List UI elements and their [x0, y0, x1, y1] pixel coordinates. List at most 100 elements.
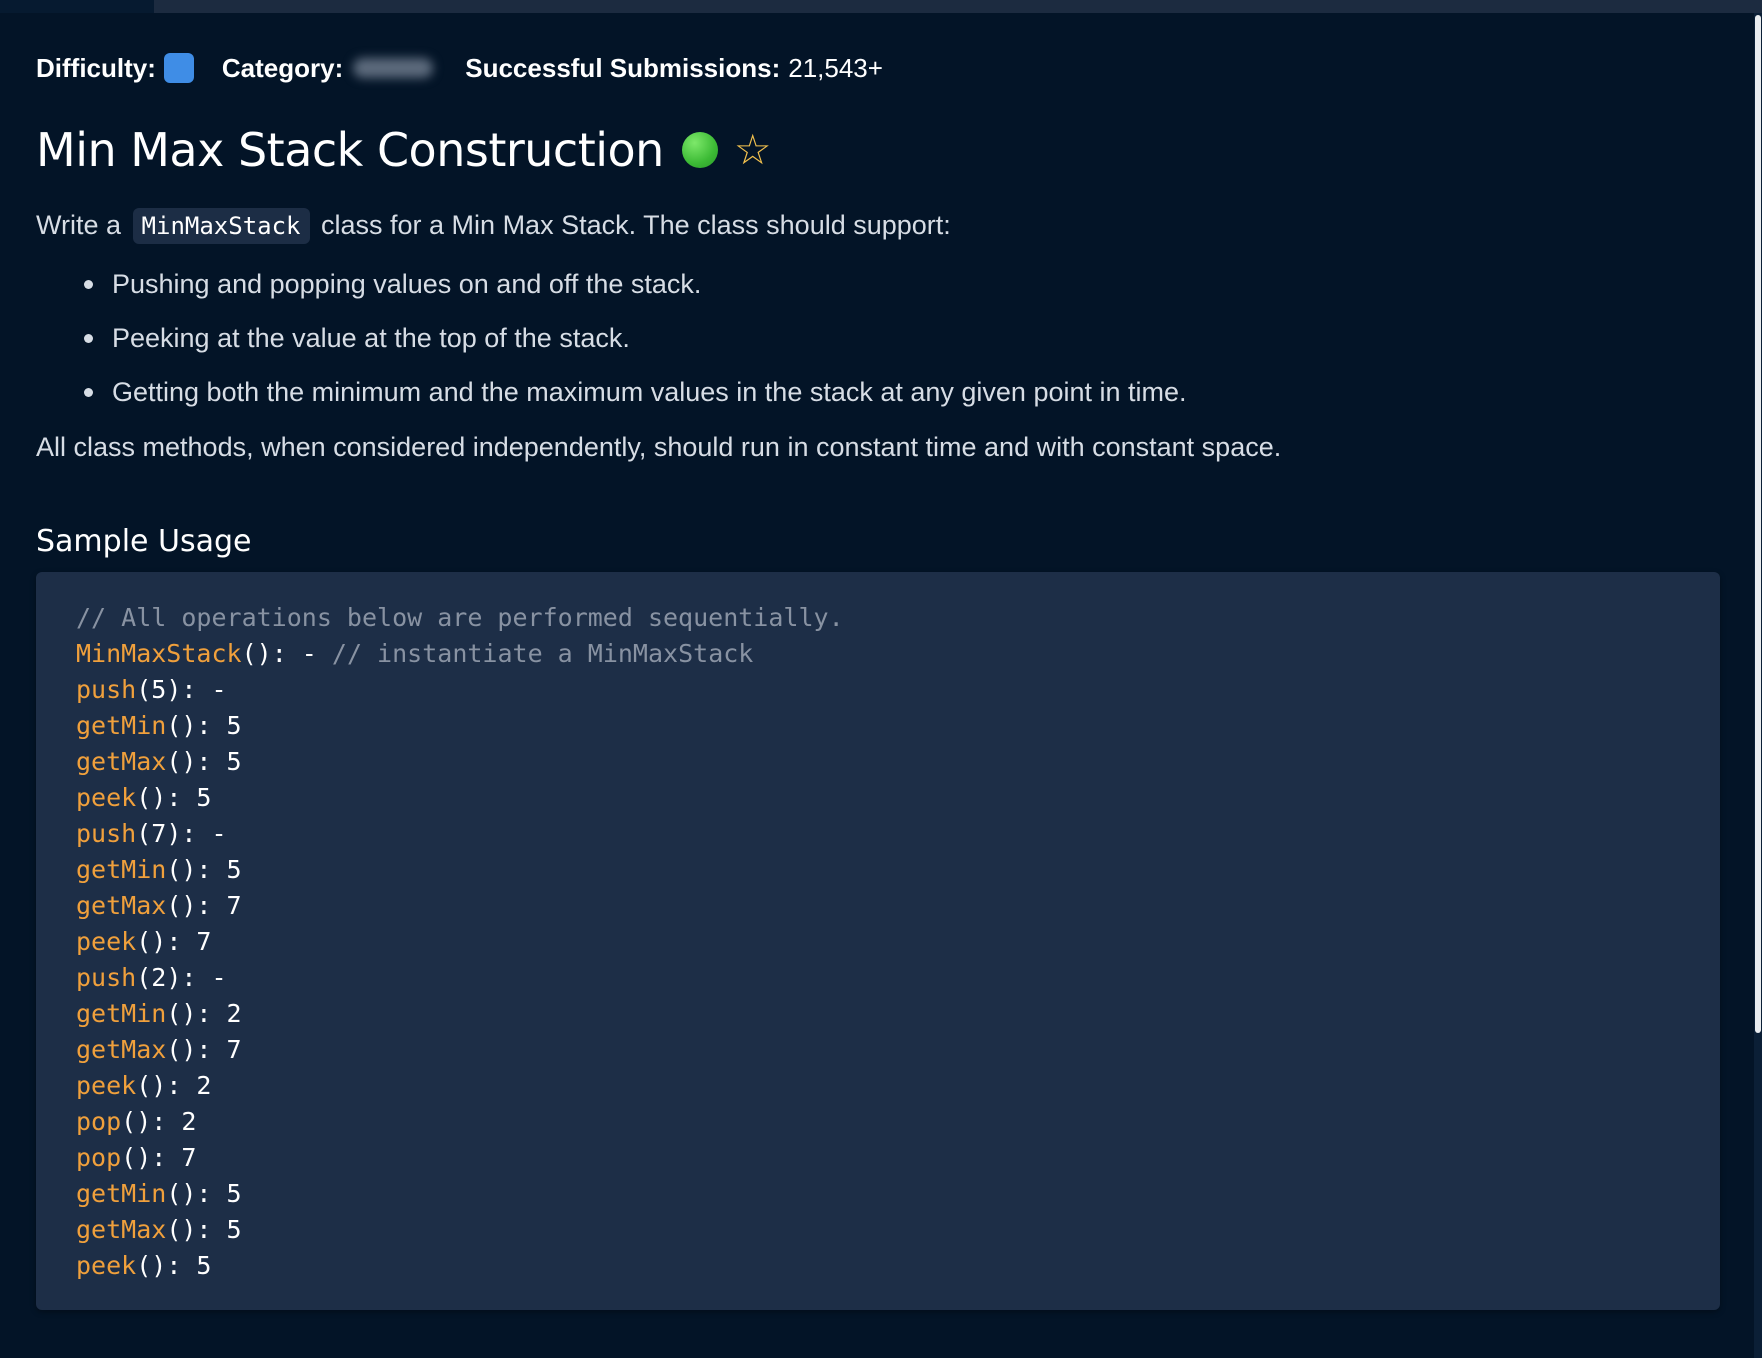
code-args: ()	[121, 1107, 152, 1136]
code-result: : 2	[166, 1071, 212, 1100]
code-line: getMax(): 5	[76, 1212, 844, 1248]
code-result: : 5	[196, 1215, 242, 1244]
code-line: MinMaxStack(): - // instantiate a MinMax…	[76, 636, 844, 672]
intro-after: class for a Min Max Stack. The class sho…	[321, 210, 951, 240]
code-function: getMin	[76, 711, 167, 740]
list-item: Getting both the minimum and the maximum…	[78, 370, 1187, 424]
code-line: pop(): 2	[76, 1104, 844, 1140]
code-result: : -	[181, 819, 227, 848]
code-args: ()	[121, 1143, 152, 1172]
code-result: : 7	[196, 1035, 242, 1064]
code-line: pop(): 7	[76, 1140, 844, 1176]
description-closing: All class methods, when considered indep…	[36, 432, 1282, 462]
code-function: push	[76, 963, 137, 992]
top-tab-bar	[0, 0, 1762, 13]
code-function: getMin	[76, 855, 167, 884]
code-args: ()	[166, 711, 197, 740]
completed-dot-icon	[681, 132, 718, 168]
code-comment: // All operations below are performed se…	[76, 603, 844, 632]
class-name-code: MinMaxStack	[132, 208, 310, 244]
code-function: pop	[76, 1107, 122, 1136]
list-item: Pushing and popping values on and off th…	[78, 262, 1187, 316]
code-args: ()	[166, 999, 197, 1028]
code-line: peek(): 5	[76, 1248, 844, 1284]
code-args: ()	[136, 1071, 167, 1100]
code-args: ()	[166, 891, 197, 920]
code-result: : 5	[166, 1251, 212, 1280]
code-args: (2)	[136, 963, 182, 992]
code-line: getMax(): 5	[76, 744, 844, 780]
page-title: Min Max Stack Construction	[36, 123, 664, 177]
code-result: : 5	[196, 711, 242, 740]
submissions-value: 21,543+	[788, 52, 883, 83]
intro-before: Write a	[36, 210, 122, 240]
code-args: ()	[136, 783, 167, 812]
code-args: ()	[241, 639, 272, 668]
code-line: getMax(): 7	[76, 888, 844, 924]
code-function: getMax	[76, 747, 167, 776]
code-function: getMax	[76, 1035, 167, 1064]
code-function: getMax	[76, 1215, 167, 1244]
code-result: : 5	[196, 1179, 242, 1208]
code-args: ()	[166, 1179, 197, 1208]
code-result: : 5	[166, 783, 212, 812]
code-line: // All operations below are performed se…	[76, 600, 844, 636]
code-result: : -	[181, 675, 227, 704]
category-value-hidden	[353, 58, 434, 78]
code-args: ()	[136, 927, 167, 956]
description-intro: Write a MinMaxStack class for a Min Max …	[36, 208, 951, 244]
code-args: ()	[166, 855, 197, 884]
code-function: getMin	[76, 999, 167, 1028]
code-function: peek	[76, 1071, 137, 1100]
scrollbar[interactable]	[1754, 13, 1762, 1358]
code-args: (7)	[136, 819, 182, 848]
code-function: getMin	[76, 1179, 167, 1208]
code-line: peek(): 7	[76, 924, 844, 960]
difficulty-label: Difficulty:	[36, 52, 156, 83]
code-function: MinMaxStack	[76, 639, 242, 668]
code-function: peek	[76, 927, 137, 956]
code-lines: // All operations below are performed se…	[76, 600, 844, 1284]
code-comment: // instantiate a MinMaxStack	[331, 639, 754, 668]
code-line: getMin(): 2	[76, 996, 844, 1032]
code-line: getMax(): 7	[76, 1032, 844, 1068]
code-line: push(2): -	[76, 960, 844, 996]
submissions-label: Successful Submissions:	[465, 52, 781, 83]
list-item: Peeking at the value at the top of the s…	[78, 316, 1187, 370]
code-result: : 7	[166, 927, 212, 956]
code-args: ()	[166, 1215, 197, 1244]
difficulty-badge	[163, 53, 194, 83]
scrollbar-thumb[interactable]	[1755, 15, 1761, 1033]
code-function: pop	[76, 1143, 122, 1172]
code-function: push	[76, 675, 137, 704]
code-result: : 7	[151, 1143, 197, 1172]
code-result: : 2	[196, 999, 242, 1028]
code-result: : -	[271, 639, 332, 668]
code-result: : 7	[196, 891, 242, 920]
code-result: : 5	[196, 747, 242, 776]
star-outline-icon[interactable]: ☆	[734, 129, 772, 171]
sample-code-block: // All operations below are performed se…	[36, 572, 1720, 1310]
category-label: Category:	[221, 52, 344, 83]
active-tab[interactable]	[0, 0, 154, 13]
code-args: ()	[166, 747, 197, 776]
requirements-list: Pushing and popping values on and off th…	[78, 262, 1187, 424]
code-function: peek	[76, 1251, 137, 1280]
code-result: : 2	[151, 1107, 197, 1136]
title-row: Min Max Stack Construction ☆	[36, 120, 772, 180]
code-line: getMin(): 5	[76, 1176, 844, 1212]
code-args: ()	[136, 1251, 167, 1280]
code-function: peek	[76, 783, 137, 812]
code-args: ()	[166, 1035, 197, 1064]
code-line: push(7): -	[76, 816, 844, 852]
code-args: (5)	[136, 675, 182, 704]
code-result: : -	[181, 963, 227, 992]
code-line: push(5): -	[76, 672, 844, 708]
problem-meta: Difficulty: Category: Successful Submiss…	[36, 48, 883, 88]
sample-usage-heading: Sample Usage	[36, 524, 252, 559]
code-function: push	[76, 819, 137, 848]
code-line: getMin(): 5	[76, 852, 844, 888]
code-line: peek(): 5	[76, 780, 844, 816]
code-line: peek(): 2	[76, 1068, 844, 1104]
code-result: : 5	[196, 855, 242, 884]
